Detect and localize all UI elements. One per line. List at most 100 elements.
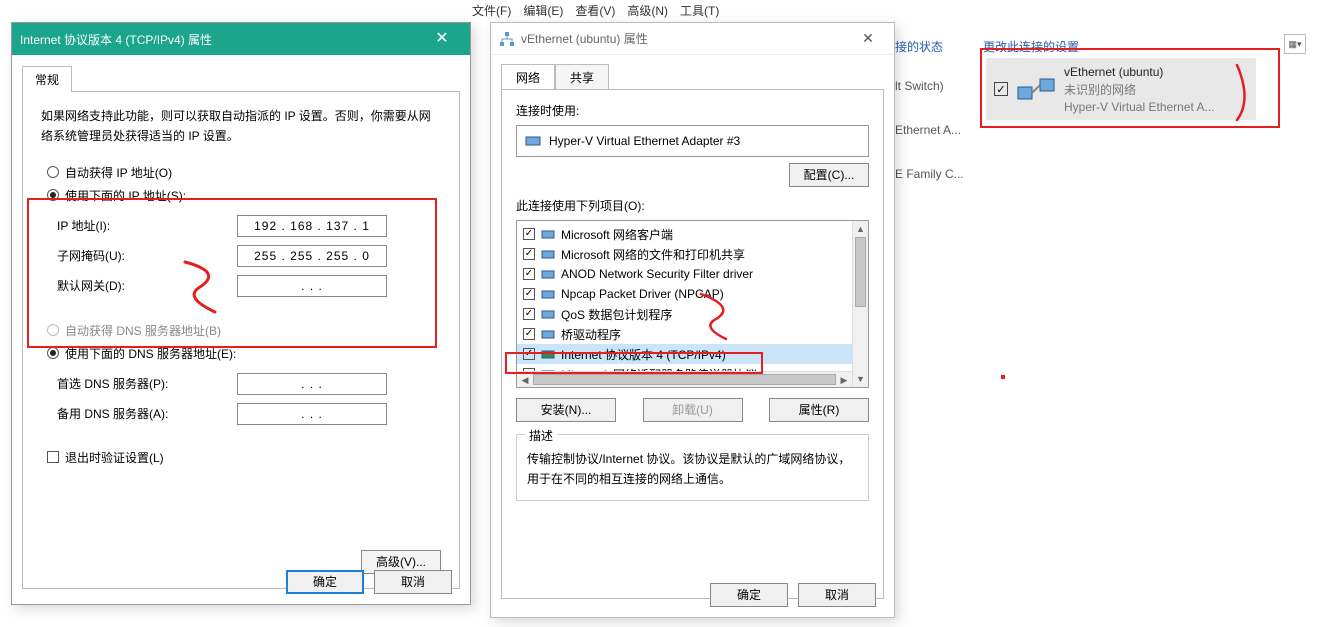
description-text: 传输控制协议/Internet 协议。该协议是默认的广域网络协议，用于在不同的相… <box>527 449 858 490</box>
scroll-thumb[interactable] <box>855 237 866 307</box>
item-checkbox[interactable] <box>523 268 535 280</box>
radio-icon <box>47 347 59 359</box>
info-text: 如果网络支持此功能，则可以获取自动指派的 IP 设置。否则，你需要从网络系统管理… <box>41 106 441 147</box>
radio-auto-ip[interactable]: 自动获得 IP 地址(O) <box>41 161 441 184</box>
scroll-thumb[interactable] <box>533 374 836 385</box>
input-default-gateway[interactable]: . . . <box>237 275 387 297</box>
scroll-right-icon[interactable]: ▶ <box>836 372 852 388</box>
description-group: 描述 传输控制协议/Internet 协议。该协议是默认的广域网络协议，用于在不… <box>516 434 869 501</box>
dialog-titlebar: vEthernet (ubuntu) 属性 ✕ <box>491 23 894 55</box>
install-button[interactable]: 安装(N)... <box>516 398 616 422</box>
component-icon <box>541 347 555 361</box>
checkbox-validate[interactable]: 退出时验证设置(L) <box>41 449 441 466</box>
ok-button[interactable]: 确定 <box>710 583 788 607</box>
item-checkbox[interactable] <box>523 228 535 240</box>
header-change-settings[interactable]: 更改此连接的设置 <box>983 38 1079 55</box>
network-item[interactable]: 桥驱动程序 <box>517 324 868 344</box>
connection-card-vethernet[interactable]: vEthernet (ubuntu) 未识别的网络 Hyper-V Virtua… <box>986 58 1256 120</box>
menu-view[interactable]: 查看(V) <box>571 0 619 20</box>
network-items-list: Microsoft 网络客户端 Microsoft 网络的文件和打印机共享ANOD… <box>516 220 869 388</box>
item-checkbox[interactable] <box>523 248 535 260</box>
list-item-label: E Family C... <box>895 167 964 181</box>
cancel-button[interactable]: 取消 <box>798 583 876 607</box>
radio-icon <box>47 189 59 201</box>
menu-tools[interactable]: 工具(T) <box>676 0 723 20</box>
cancel-button[interactable]: 取消 <box>374 570 452 594</box>
network-item[interactable]: ANOD Network Security Filter driver <box>517 264 868 284</box>
component-icon <box>541 247 555 261</box>
item-label: Microsoft 网络的文件和打印机共享 <box>561 246 745 263</box>
input-ip-address[interactable]: 192 . 168 . 137 . 1 <box>237 215 387 237</box>
scroll-up-icon[interactable]: ▲ <box>853 221 868 237</box>
label-items: 此连接使用下列项目(O): <box>516 197 869 214</box>
close-icon[interactable]: ✕ <box>422 27 462 51</box>
tab-general[interactable]: 常规 <box>22 66 72 92</box>
network-item[interactable]: Internet 协议版本 4 (TCP/IPv4) <box>517 344 868 364</box>
tab-sharing[interactable]: 共享 <box>555 64 609 90</box>
description-legend: 描述 <box>525 427 557 444</box>
network-item[interactable]: Microsoft 网络的文件和打印机共享 <box>517 244 868 264</box>
item-checkbox[interactable] <box>523 328 535 340</box>
connection-name: vEthernet (ubuntu) <box>1064 65 1215 79</box>
menu-edit[interactable]: 编辑(E) <box>519 0 567 20</box>
scroll-down-icon[interactable]: ▼ <box>853 371 868 387</box>
item-label: QoS 数据包计划程序 <box>561 306 672 323</box>
network-item[interactable]: Npcap Packet Driver (NPCAP) <box>517 284 868 304</box>
dialog-ipv4-properties: Internet 协议版本 4 (TCP/IPv4) 属性 ✕ 常规 如果网络支… <box>11 22 471 605</box>
component-icon <box>541 267 555 281</box>
checkbox-label: 退出时验证设置(L) <box>65 449 164 466</box>
configure-button[interactable]: 配置(C)... <box>789 163 869 187</box>
radio-use-dns[interactable]: 使用下面的 DNS 服务器地址(E): <box>41 342 441 365</box>
menu-file[interactable]: 文件(F) <box>468 0 515 20</box>
item-checkbox[interactable] <box>523 288 535 300</box>
input-subnet-mask[interactable]: 255 . 255 . 255 . 0 <box>237 245 387 267</box>
close-icon[interactable]: ✕ <box>850 30 886 47</box>
scroll-left-icon[interactable]: ◀ <box>517 372 533 388</box>
adapter-name: Hyper-V Virtual Ethernet Adapter #3 <box>549 134 740 148</box>
scrollbar-vertical[interactable]: ▲ ▼ <box>852 221 868 387</box>
network-item[interactable]: Microsoft 网络客户端 <box>517 224 868 244</box>
label-ip: IP 地址(I): <box>57 217 237 234</box>
radio-icon <box>47 166 59 178</box>
label-dns1: 首选 DNS 服务器(P): <box>57 375 237 392</box>
component-icon <box>541 327 555 341</box>
scrollbar-horizontal[interactable]: ◀ ▶ <box>517 371 852 387</box>
list-item-label: Ethernet A... <box>895 123 961 137</box>
input-alternate-dns[interactable]: . . . <box>237 403 387 425</box>
component-icon <box>541 307 555 321</box>
list-item[interactable]: E Family C... <box>895 152 1095 196</box>
input-preferred-dns[interactable]: . . . <box>237 373 387 395</box>
connection-text: vEthernet (ubuntu) 未识别的网络 Hyper-V Virtua… <box>1064 65 1215 114</box>
radio-label: 自动获得 IP 地址(O) <box>65 164 172 181</box>
radio-use-ip[interactable]: 使用下面的 IP 地址(S): <box>41 184 441 207</box>
radio-label: 自动获得 DNS 服务器地址(B) <box>65 322 221 339</box>
list-item-label: lt Switch) <box>895 79 944 93</box>
properties-button[interactable]: 属性(R) <box>769 398 869 422</box>
component-icon <box>541 227 555 241</box>
radio-label: 使用下面的 DNS 服务器地址(E): <box>65 345 236 362</box>
label-gateway: 默认网关(D): <box>57 277 237 294</box>
dialog-title: Internet 协议版本 4 (TCP/IPv4) 属性 <box>20 31 212 48</box>
label-subnet: 子网掩码(U): <box>57 247 237 264</box>
menubar: 文件(F) 编辑(E) 查看(V) 高级(N) 工具(T) <box>468 0 723 20</box>
network-item[interactable]: QoS 数据包计划程序 <box>517 304 868 324</box>
item-checkbox[interactable] <box>523 348 535 360</box>
dialog-vethernet-properties: vEthernet (ubuntu) 属性 ✕ 网络 共享 连接时使用: Hyp… <box>490 22 895 618</box>
radio-label: 使用下面的 IP 地址(S): <box>65 187 186 204</box>
menu-advanced[interactable]: 高级(N) <box>623 0 672 20</box>
tab-network[interactable]: 网络 <box>501 64 555 90</box>
ok-button[interactable]: 确定 <box>286 570 364 594</box>
header-status[interactable]: 接的状态 <box>895 38 943 55</box>
connection-checkbox[interactable] <box>994 82 1008 96</box>
item-label: Npcap Packet Driver (NPCAP) <box>561 287 724 301</box>
adapter-icon <box>525 133 541 149</box>
item-label: Microsoft 网络客户端 <box>561 226 673 243</box>
adapter-display: Hyper-V Virtual Ethernet Adapter #3 <box>516 125 869 157</box>
item-label: 桥驱动程序 <box>561 326 621 343</box>
view-mode-button[interactable]: ▦▾ <box>1284 34 1306 54</box>
radio-icon <box>47 324 59 336</box>
item-checkbox[interactable] <box>523 308 535 320</box>
uninstall-button[interactable]: 卸载(U) <box>643 398 743 422</box>
annotation-box <box>1001 375 1005 379</box>
component-icon <box>541 287 555 301</box>
